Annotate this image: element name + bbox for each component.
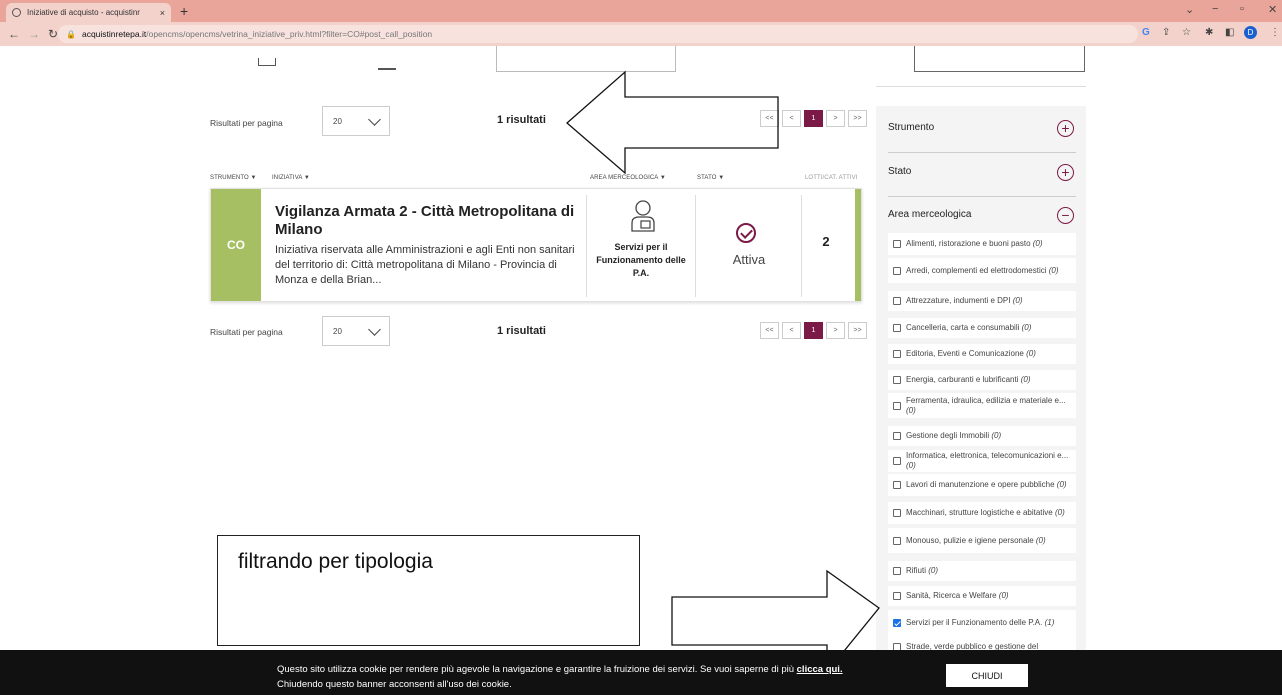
cookie-close-button[interactable]: CHIUDI [946,664,1028,687]
cookie-message-2: Chiudendo questo banner acconsenti all'u… [277,679,512,690]
cookie-message: Questo sito utilizza cookie per rendere … [277,664,794,675]
cookie-text: Questo sito utilizza cookie per rendere … [277,662,957,692]
annotation-arrows [566,70,880,674]
cookie-more-link[interactable]: clicca qui. [797,664,843,675]
left-arrow-shape [566,70,779,175]
cookie-banner: Questo sito utilizza cookie per rendere … [0,650,1282,695]
